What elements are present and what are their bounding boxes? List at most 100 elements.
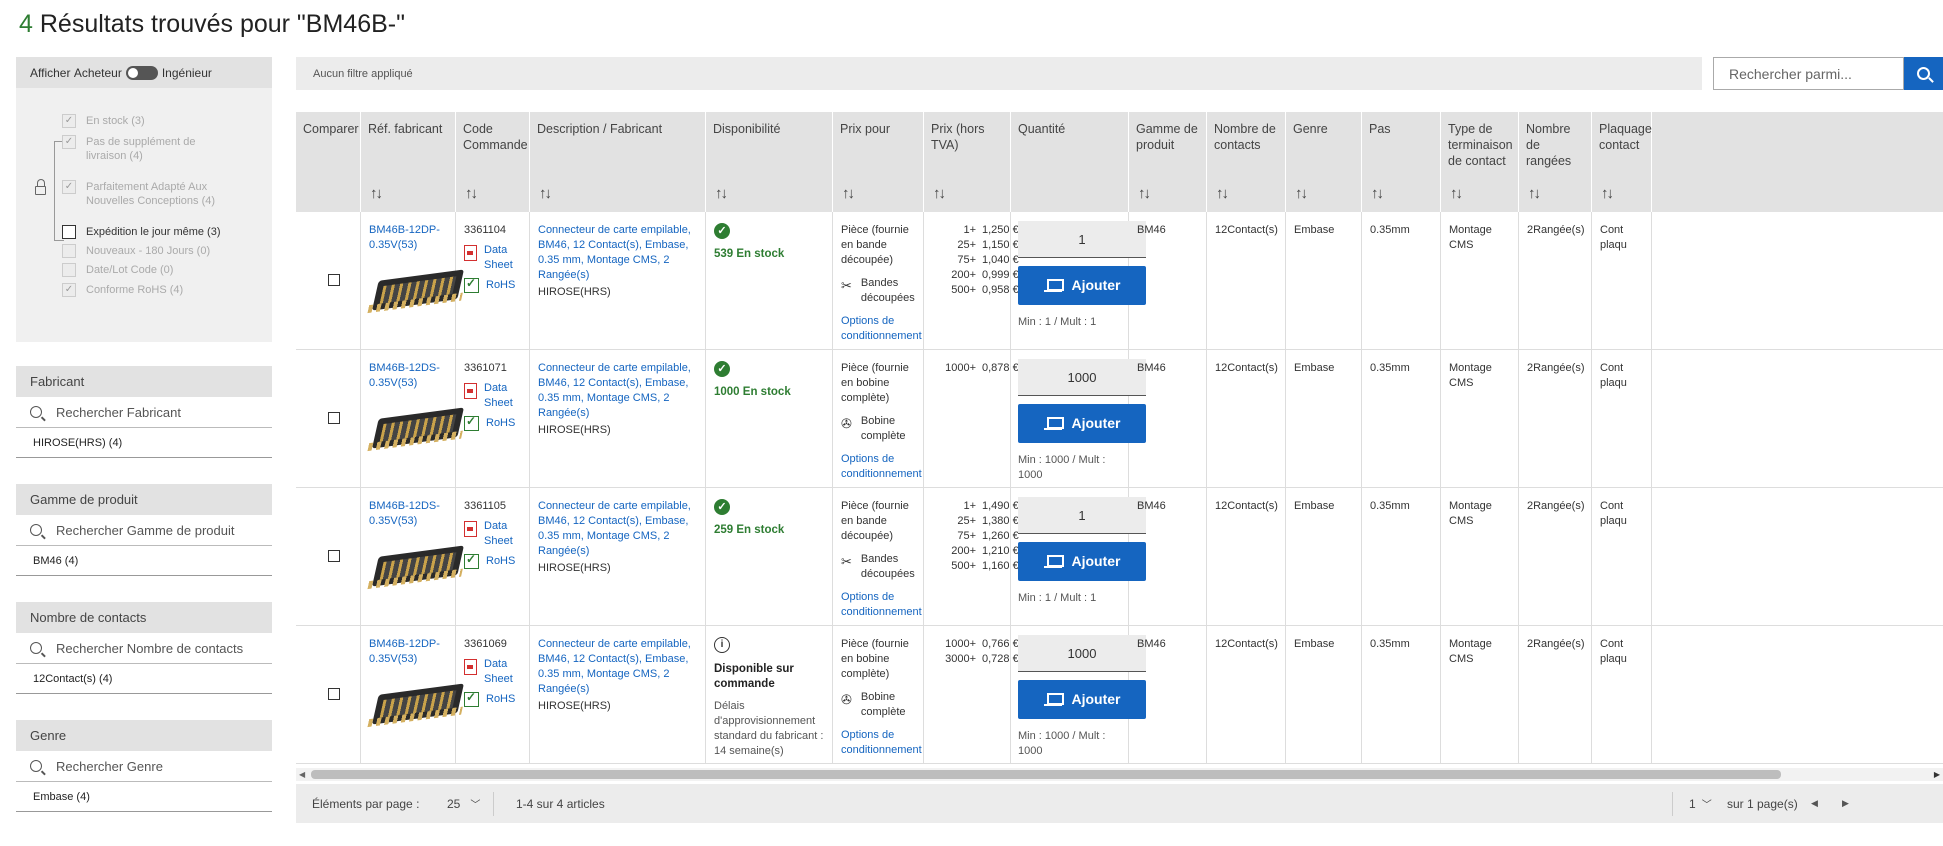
- sort-icon[interactable]: ↑↓: [933, 186, 946, 202]
- search-button[interactable]: [1904, 57, 1943, 90]
- rohs-link[interactable]: RoHS: [464, 414, 521, 431]
- packaging-options-link[interactable]: Options de conditionnement: [841, 452, 922, 482]
- column-header[interactable]: Prix pour ↑↓: [833, 112, 924, 212]
- column-header[interactable]: Prix (hors TVA) ↑↓: [924, 112, 1011, 212]
- pdf-icon: [464, 245, 477, 261]
- page-select[interactable]: 1 ﹀: [1689, 784, 1712, 823]
- facet-title[interactable]: Genre: [16, 720, 272, 751]
- column-header[interactable]: Réf. fabricant ↑↓: [361, 112, 456, 212]
- column-header[interactable]: Code Commande ↑↓: [456, 112, 530, 212]
- datasheet-link[interactable]: Data Sheet: [464, 657, 521, 687]
- facet-title[interactable]: Fabricant: [16, 366, 272, 397]
- quantity-input[interactable]: 1: [1018, 221, 1146, 258]
- column-header[interactable]: Description / Fabricant ↑↓: [530, 112, 706, 212]
- column-header[interactable]: Disponibilité ↑↓: [706, 112, 833, 212]
- search-input[interactable]: Rechercher parmi...: [1713, 57, 1904, 90]
- sort-icon[interactable]: ↑↓: [1601, 186, 1614, 202]
- datasheet-link[interactable]: Data Sheet: [464, 381, 521, 411]
- buyer-engineer-toggle[interactable]: Afficher Acheteur Ingénieur: [16, 57, 272, 88]
- manufacturer-ref-link[interactable]: BM46B-12DS-0.35V(53): [369, 361, 447, 391]
- sort-icon[interactable]: ↑↓: [1216, 186, 1229, 202]
- sort-icon[interactable]: ↑↓: [1295, 186, 1308, 202]
- filter-checkbox[interactable]: Expédition le jour même (3): [62, 225, 232, 239]
- packaging-options-link[interactable]: Options de conditionnement: [841, 728, 922, 758]
- facet-search-input[interactable]: Rechercher Nombre de contacts: [16, 633, 272, 664]
- packaging-options-link[interactable]: Options de conditionnement: [841, 590, 922, 620]
- rohs-link[interactable]: RoHS: [464, 276, 521, 293]
- toggle-switch[interactable]: [125, 65, 158, 80]
- add-to-cart-button[interactable]: Ajouter: [1018, 680, 1146, 719]
- prev-page-icon[interactable]: ◀: [1811, 784, 1818, 823]
- description-link[interactable]: Connecteur de carte empilable, BM46, 12 …: [538, 361, 697, 421]
- rohs-link[interactable]: RoHS: [464, 552, 521, 569]
- column-header[interactable]: Type de terminaison de contact ↑↓: [1441, 112, 1519, 212]
- sort-icon[interactable]: ↑↓: [1371, 186, 1384, 202]
- datasheet-label: Data Sheet: [484, 244, 513, 271]
- add-to-cart-button[interactable]: Ajouter: [1018, 404, 1146, 443]
- facet-title[interactable]: Gamme de produit: [16, 484, 272, 515]
- add-to-cart-button[interactable]: Ajouter: [1018, 266, 1146, 305]
- add-to-cart-button[interactable]: Ajouter: [1018, 542, 1146, 581]
- description-link[interactable]: Connecteur de carte empilable, BM46, 12 …: [538, 637, 697, 697]
- compare-checkbox[interactable]: [328, 688, 340, 700]
- quantity-input[interactable]: 1000: [1018, 359, 1146, 396]
- scroll-left-icon[interactable]: ◀: [299, 770, 305, 779]
- manufacturer-ref-link[interactable]: BM46B-12DP-0.35V(53): [369, 637, 447, 667]
- facet-search-input[interactable]: Rechercher Fabricant: [16, 397, 272, 428]
- compare-checkbox[interactable]: [328, 412, 340, 424]
- lock-icon[interactable]: [35, 179, 46, 195]
- column-header[interactable]: Genre ↑↓: [1286, 112, 1362, 212]
- datasheet-link[interactable]: Data Sheet: [464, 519, 521, 549]
- compare-checkbox[interactable]: [328, 550, 340, 562]
- sort-icon[interactable]: ↑↓: [1528, 186, 1541, 202]
- rohs-link[interactable]: RoHS: [464, 690, 521, 707]
- column-header-label: Réf. fabricant: [368, 122, 443, 136]
- product-image[interactable]: [369, 261, 464, 323]
- horizontal-scrollbar[interactable]: ◀ ▶: [296, 768, 1943, 781]
- facet-title[interactable]: Nombre de contacts: [16, 602, 272, 633]
- packaging-options-link[interactable]: Options de conditionnement: [841, 314, 922, 344]
- sort-icon[interactable]: ↑↓: [1450, 186, 1463, 202]
- facet-value[interactable]: Embase (4): [16, 782, 272, 812]
- facet-search-input[interactable]: Rechercher Gamme de produit: [16, 515, 272, 546]
- quantity-input[interactable]: 1: [1018, 497, 1146, 534]
- facet-value[interactable]: BM46 (4): [16, 546, 272, 576]
- quantity-input[interactable]: 1000: [1018, 635, 1146, 672]
- column-header[interactable]: Quantité: [1011, 112, 1129, 212]
- connector-thumbnail: [372, 407, 464, 449]
- manufacturer-ref-link[interactable]: BM46B-12DP-0.35V(53): [369, 223, 447, 253]
- search-icon: [30, 642, 42, 654]
- sort-icon[interactable]: ↑↓: [842, 186, 855, 202]
- sort-icon[interactable]: ↑↓: [370, 186, 383, 202]
- table-cell: Embase: [1286, 212, 1362, 350]
- next-page-icon[interactable]: ▶: [1842, 784, 1849, 823]
- checkbox-icon[interactable]: [62, 225, 76, 239]
- column-header[interactable]: Gamme de produit ↑↓: [1129, 112, 1207, 212]
- description-link[interactable]: Connecteur de carte empilable, BM46, 12 …: [538, 223, 697, 283]
- rohs-label: RoHS: [486, 555, 516, 567]
- sort-icon[interactable]: ↑↓: [539, 186, 552, 202]
- scroll-thumb[interactable]: [311, 770, 1781, 779]
- facet-value[interactable]: HIROSE(HRS) (4): [16, 428, 272, 458]
- column-header[interactable]: Nombre de contacts ↑↓: [1207, 112, 1286, 212]
- column-header[interactable]: Plaquage contact ↑↓: [1592, 112, 1652, 212]
- datasheet-link[interactable]: Data Sheet: [464, 243, 521, 273]
- compare-checkbox[interactable]: [328, 274, 340, 286]
- product-image[interactable]: [369, 537, 464, 599]
- table-cell: 12Contact(s): [1207, 350, 1286, 488]
- scroll-right-icon[interactable]: ▶: [1934, 770, 1940, 779]
- per-page-select[interactable]: 25 ﹀: [447, 784, 480, 823]
- facet-search-input[interactable]: Rechercher Genre: [16, 751, 272, 782]
- column-header[interactable]: Nombre de rangées ↑↓: [1519, 112, 1592, 212]
- facet-value[interactable]: 12Contact(s) (4): [16, 664, 272, 694]
- min-mult: Min : 1 / Mult : 1: [1018, 316, 1097, 328]
- column-header[interactable]: Pas ↑↓: [1362, 112, 1441, 212]
- sort-icon[interactable]: ↑↓: [1138, 186, 1151, 202]
- manufacturer-ref-link[interactable]: BM46B-12DS-0.35V(53): [369, 499, 447, 529]
- product-image[interactable]: [369, 675, 464, 737]
- product-image[interactable]: [369, 399, 464, 461]
- description-link[interactable]: Connecteur de carte empilable, BM46, 12 …: [538, 499, 697, 559]
- sort-icon[interactable]: ↑↓: [715, 186, 728, 202]
- sort-icon[interactable]: ↑↓: [465, 186, 478, 202]
- filter-label: Date/Lot Code (0): [86, 264, 174, 276]
